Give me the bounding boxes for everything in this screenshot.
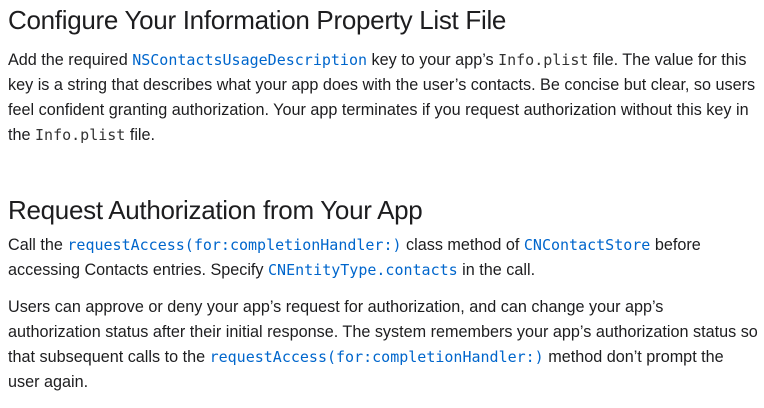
request-access-link[interactable]: requestAccess(for:completionHandler:): [210, 348, 544, 366]
text-run: file.: [125, 126, 156, 144]
text-run: Add the required: [8, 51, 133, 69]
cncontactstore-link[interactable]: CNContactStore: [524, 236, 650, 254]
link-code: CNEntityType.contacts: [268, 261, 458, 279]
plist-paragraph: Add the required NSContactsUsageDescript…: [8, 48, 758, 148]
authorization-status-paragraph: Users can approve or deny your app’s req…: [8, 295, 758, 395]
cnentitytype-contacts-link[interactable]: CNEntityType.contacts: [268, 261, 458, 279]
link-code: NSContactsUsageDescription: [132, 51, 368, 69]
text-run: in the call.: [457, 261, 536, 279]
link-code: requestAccess(for:completionHandler:): [209, 348, 544, 366]
section-heading-configure-plist: Configure Your Information Property List…: [8, 5, 507, 35]
text-run: Call the: [8, 236, 68, 254]
link-code: requestAccess(for:completionHandler:): [67, 236, 402, 254]
text-run: class method of: [401, 236, 524, 254]
text-run: key to your app’s: [367, 51, 499, 69]
request-access-link[interactable]: requestAccess(for:completionHandler:): [67, 236, 401, 254]
info-plist-code: Info.plist: [498, 51, 589, 69]
article-content: Configure Your Information Property List…: [8, 0, 758, 395]
link-code: CNContactStore: [523, 236, 651, 254]
nscontactsusagedescription-link[interactable]: NSContactsUsageDescription: [132, 51, 367, 69]
section-heading-request-authorization: Request Authorization from Your App: [8, 195, 423, 225]
request-access-paragraph: Call the requestAccess(for:completionHan…: [8, 233, 758, 283]
info-plist-code: Info.plist: [35, 126, 126, 144]
